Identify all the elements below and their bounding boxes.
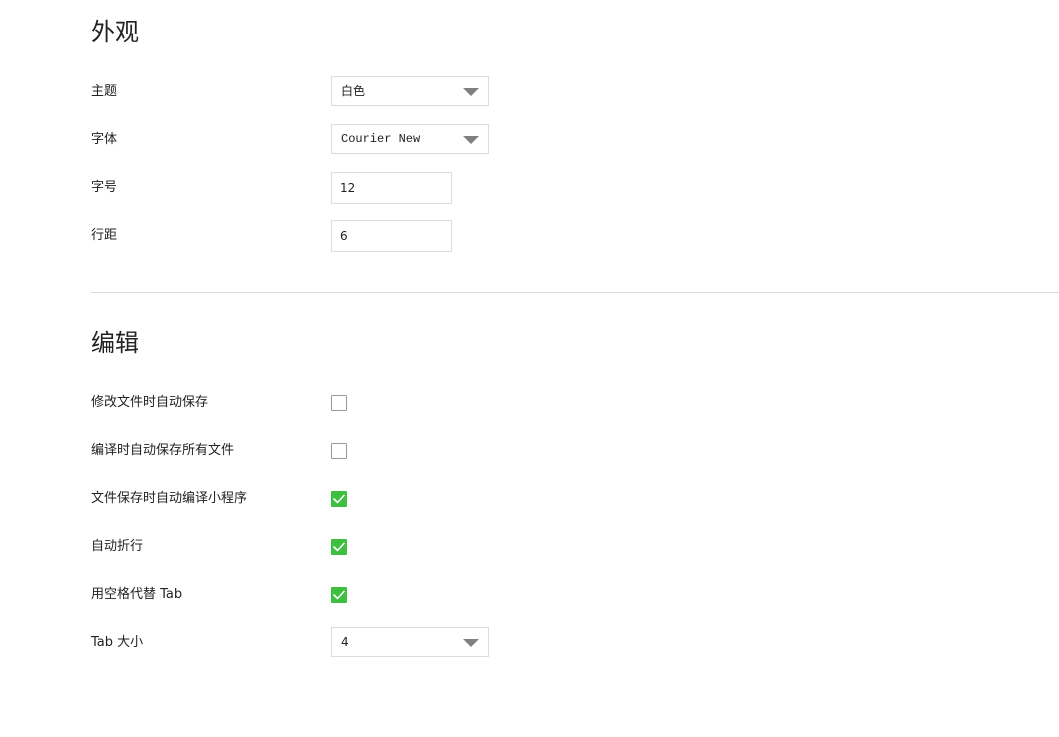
editing-section-title: 编辑 — [91, 329, 139, 357]
line-spacing-label: 行距 — [91, 228, 118, 243]
auto-save-all-on-compile-row: 编译时自动保存所有文件 — [91, 434, 1059, 468]
auto-save-on-modify-checkbox[interactable] — [331, 395, 347, 411]
auto-save-all-on-compile-checkbox[interactable] — [331, 443, 347, 459]
font-select[interactable]: Courier New — [331, 124, 489, 154]
section-divider — [91, 292, 1059, 293]
auto-save-all-on-compile-label: 编译时自动保存所有文件 — [91, 443, 235, 458]
spaces-for-tab-label: 用空格代替 Tab — [91, 587, 183, 602]
chevron-down-icon — [463, 639, 479, 647]
theme-label: 主题 — [91, 84, 118, 99]
auto-compile-on-save-label: 文件保存时自动编译小程序 — [91, 491, 248, 506]
theme-row: 主题 白色 — [91, 75, 1059, 109]
tab-size-label: Tab 大小 — [91, 635, 144, 650]
font-label: 字体 — [91, 132, 118, 147]
tab-size-select-value: 4 — [341, 635, 349, 649]
word-wrap-label: 自动折行 — [91, 539, 144, 554]
word-wrap-row: 自动折行 — [91, 530, 1059, 564]
theme-select-value: 白色 — [341, 84, 366, 98]
spaces-for-tab-checkbox[interactable] — [331, 587, 347, 603]
spaces-for-tab-row: 用空格代替 Tab — [91, 578, 1059, 612]
appearance-section-title: 外观 — [91, 18, 139, 46]
checkmark-icon — [333, 494, 345, 504]
font-select-value: Courier New — [341, 132, 421, 146]
line-spacing-row: 行距 — [91, 219, 1059, 253]
tab-size-select[interactable]: 4 — [331, 627, 489, 657]
tab-size-row: Tab 大小 4 — [91, 626, 1059, 660]
chevron-down-icon — [463, 88, 479, 96]
chevron-down-icon — [463, 136, 479, 144]
font-row: 字体 Courier New — [91, 123, 1059, 157]
font-size-label: 字号 — [91, 180, 118, 195]
theme-select[interactable]: 白色 — [331, 76, 489, 106]
font-size-input[interactable] — [331, 172, 452, 204]
auto-save-on-modify-label: 修改文件时自动保存 — [91, 395, 209, 410]
line-spacing-input[interactable] — [331, 220, 452, 252]
checkmark-icon — [333, 590, 345, 600]
auto-compile-on-save-row: 文件保存时自动编译小程序 — [91, 482, 1059, 516]
auto-save-on-modify-row: 修改文件时自动保存 — [91, 386, 1059, 420]
checkmark-icon — [333, 542, 345, 552]
font-size-row: 字号 — [91, 171, 1059, 205]
auto-compile-on-save-checkbox[interactable] — [331, 491, 347, 507]
word-wrap-checkbox[interactable] — [331, 539, 347, 555]
